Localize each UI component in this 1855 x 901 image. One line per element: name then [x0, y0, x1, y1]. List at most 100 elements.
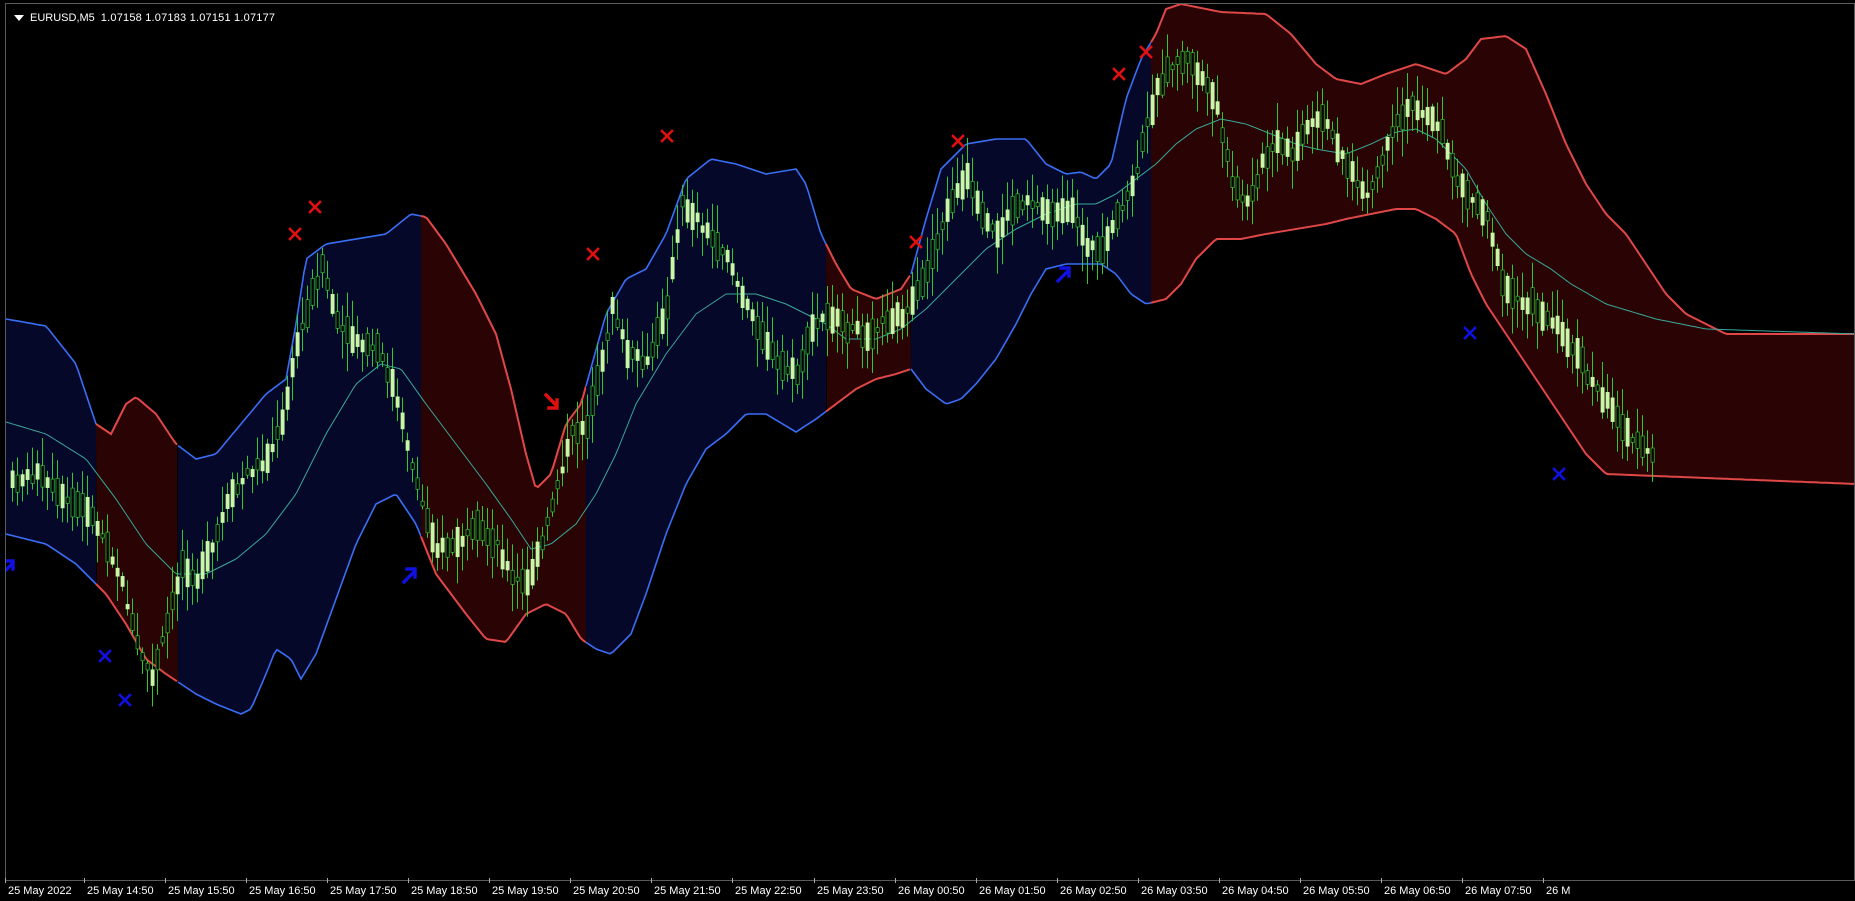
tick-label: 25 May 18:50 [411, 885, 478, 897]
price-chart[interactable] [6, 4, 1855, 881]
candle-body [790, 357, 795, 379]
arrow-path [1055, 266, 1071, 284]
red-x-icon [951, 134, 965, 148]
candle-body [430, 522, 435, 553]
candle-body [70, 487, 75, 518]
tick-mark [327, 878, 328, 883]
candle-body [1470, 197, 1475, 203]
candle-body [1625, 417, 1630, 447]
triangle-down-icon[interactable] [14, 15, 24, 21]
candle-body [1275, 130, 1280, 154]
candle-body [1325, 119, 1330, 129]
candle-body [1565, 328, 1570, 358]
tick-label: 25 May 2022 [8, 885, 72, 897]
candle-body [145, 662, 150, 671]
blue-x-icon [118, 693, 132, 707]
candle-body [180, 550, 185, 578]
candle-body [95, 520, 100, 536]
candle-body [75, 491, 80, 518]
candle-body [1015, 193, 1020, 219]
candle-body [905, 306, 910, 314]
candle-body [505, 561, 510, 571]
chart-area[interactable]: EURUSD,M5 1.07158 1.07183 1.07151 1.0717… [5, 3, 1855, 881]
candle-body [195, 573, 200, 589]
candle-body [775, 355, 780, 370]
candle-body [1085, 238, 1090, 257]
red-arrow-down-icon [543, 392, 559, 410]
candle-body [1390, 126, 1395, 138]
candle-body [840, 310, 845, 333]
tick-label: 25 May 23:50 [817, 885, 884, 897]
candle-body [1590, 376, 1595, 387]
band-fill-down [6, 319, 96, 584]
candle-body [1120, 205, 1125, 211]
candle-body [1030, 200, 1035, 209]
candle-body [1170, 64, 1175, 71]
candle-body [65, 496, 70, 504]
candle-body [1035, 202, 1040, 208]
candle-body [1240, 194, 1245, 203]
candle-body [1190, 52, 1195, 76]
candle-body [350, 326, 355, 353]
blue-arrow-up-icon [6, 559, 15, 573]
candle-body [990, 223, 995, 232]
candle-body [1330, 129, 1335, 139]
candle-body [1500, 269, 1505, 297]
candle-body [1265, 146, 1270, 169]
candle-body [860, 325, 865, 348]
tick-label: 25 May 17:50 [330, 885, 397, 897]
candle-body [375, 333, 380, 363]
candle-body [1310, 118, 1315, 127]
candle-body [1535, 299, 1540, 324]
candle-body [1070, 197, 1075, 223]
candle-body [615, 318, 620, 328]
tick-label: 26 May 01:50 [979, 885, 1046, 897]
candle-body [575, 422, 580, 444]
candle-body [595, 365, 600, 396]
candle-body [1305, 119, 1310, 135]
candle-body [610, 296, 615, 314]
candle-body [445, 537, 450, 558]
tick-mark [1462, 878, 1463, 883]
candle-body [510, 570, 515, 585]
candle-body [170, 591, 175, 611]
candle-body [1530, 287, 1535, 315]
candle-body [275, 426, 280, 440]
candle-body [935, 233, 940, 251]
candle-body [1235, 176, 1240, 201]
candle-body [165, 612, 170, 634]
tick-mark [1057, 878, 1058, 883]
chart-window[interactable]: EURUSD,M5 1.07158 1.07183 1.07151 1.0717… [0, 0, 1855, 901]
candle-body [1020, 200, 1025, 211]
candle-body [560, 466, 565, 474]
candle-body [645, 356, 650, 365]
candle-body [1225, 149, 1230, 162]
tick-label: 26 M [1546, 885, 1571, 897]
candle-body [665, 295, 670, 320]
candle-body [280, 409, 285, 435]
ohlc-prices: 1.07158 1.07183 1.07151 1.07177 [100, 12, 276, 24]
blue-x-icon [1552, 467, 1566, 481]
candle-body [745, 298, 750, 311]
candle-body [90, 506, 95, 526]
candle-body [450, 538, 455, 553]
candle-body [40, 465, 45, 488]
candle-body [1475, 192, 1480, 215]
candle-body [930, 239, 935, 269]
candle-body [1505, 275, 1510, 304]
candle-body [1175, 56, 1180, 65]
candle-body [1560, 321, 1565, 347]
candle-body [120, 576, 125, 587]
candle-body [1160, 73, 1165, 96]
candle-body [1450, 152, 1455, 178]
candle-body [1045, 199, 1050, 224]
candle-body [685, 199, 690, 223]
candle-body [175, 576, 180, 595]
candle-body [1420, 110, 1425, 118]
candle-body [565, 438, 570, 457]
candle-body [850, 324, 855, 331]
candle-body [940, 221, 945, 230]
candle-body [105, 531, 110, 563]
candle-body [1270, 143, 1275, 152]
candle-body [1465, 180, 1470, 210]
